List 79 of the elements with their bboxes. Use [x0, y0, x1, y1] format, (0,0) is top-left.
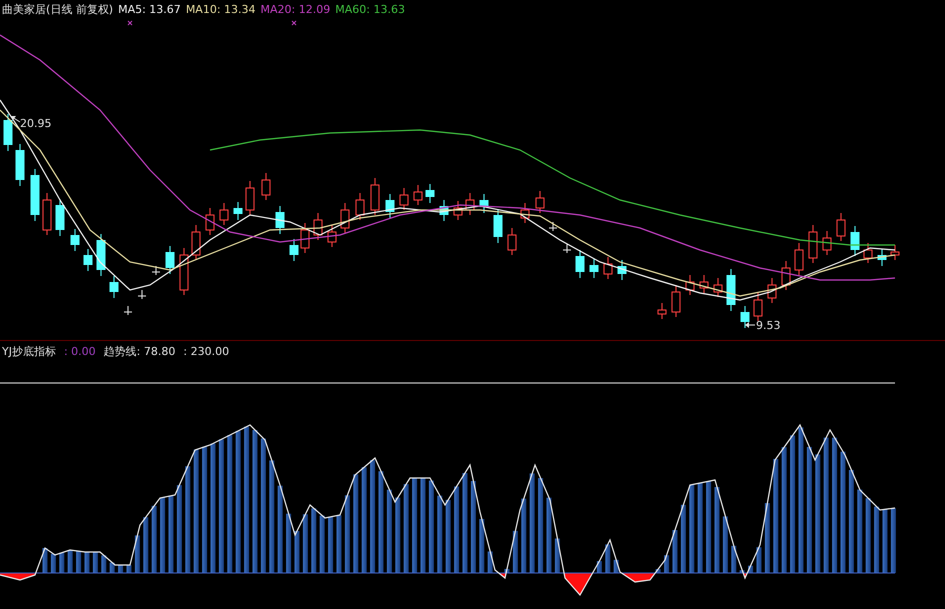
candlestick	[340, 202, 350, 234]
low-price-label: 9.53	[756, 319, 780, 332]
candlestick	[890, 244, 900, 260]
candlestick	[864, 242, 872, 264]
candlestick	[166, 246, 174, 274]
candlestick	[686, 274, 694, 296]
moving-average-value: MA5: 13.67	[118, 2, 181, 16]
candlestick	[440, 200, 448, 222]
candlestick	[42, 192, 52, 236]
signal-marker-icon	[128, 20, 132, 26]
candlestick	[714, 278, 722, 298]
candlestick	[370, 178, 380, 216]
arrow-icon	[745, 322, 756, 328]
candlestick	[658, 302, 666, 320]
candlestick	[386, 194, 394, 218]
candlestick	[356, 192, 364, 220]
indicator-value: : 0.00	[64, 345, 96, 358]
candlestick	[576, 250, 584, 278]
candlestick	[96, 234, 106, 276]
candlestick	[300, 222, 310, 254]
candlestick	[754, 292, 762, 322]
candlestick	[836, 212, 846, 242]
candlestick	[262, 172, 270, 200]
candlestick	[30, 168, 40, 222]
candlestick	[246, 180, 254, 216]
candlestick	[328, 224, 336, 248]
candlestick	[740, 306, 750, 328]
candlestick	[290, 238, 298, 262]
candlestick	[508, 228, 516, 256]
candlestick	[466, 192, 474, 216]
candlestick	[206, 208, 214, 236]
candlestick	[314, 212, 322, 240]
candlestick	[124, 306, 132, 316]
candlestick	[494, 208, 502, 244]
candlestick	[84, 248, 92, 272]
candlestick	[480, 194, 488, 214]
candlestick	[794, 242, 804, 276]
moving-average-value: MA60: 13.63	[335, 2, 405, 16]
indicator-value: 趋势线: 78.80	[104, 344, 176, 359]
candlestick	[276, 206, 284, 234]
candlestick	[768, 278, 776, 304]
moving-average-value: MA10: 13.34	[186, 2, 256, 16]
candlestick	[520, 202, 530, 224]
candlestick	[110, 276, 118, 298]
signal-marker-icon	[292, 20, 296, 26]
moving-average-value: MA20: 12.09	[260, 2, 330, 16]
candlestick	[70, 228, 80, 252]
candlestick	[808, 224, 818, 264]
candlestick	[822, 230, 832, 256]
candlestick	[454, 200, 462, 220]
candlestick	[536, 190, 544, 214]
candlestick	[180, 248, 188, 296]
candlestick	[726, 268, 736, 312]
candlestick	[220, 202, 228, 226]
candlestick	[548, 222, 558, 232]
candlestick	[138, 290, 146, 300]
arrow-icon	[11, 116, 20, 122]
candlestick	[672, 284, 680, 318]
candlestick	[4, 114, 12, 152]
candlestick	[192, 224, 200, 260]
candlestick	[414, 184, 422, 206]
candlestick	[56, 198, 64, 236]
candlestick	[426, 184, 434, 204]
candlestick	[782, 260, 790, 290]
candlestick	[700, 274, 708, 294]
candlestick	[234, 202, 242, 220]
candlestick	[590, 258, 598, 278]
chart-title: 曲美家居(日线 前复权)	[2, 2, 114, 16]
candlestick	[604, 256, 612, 280]
candlestick	[16, 144, 24, 186]
candlestick	[152, 266, 160, 276]
indicator-value: : 230.00	[183, 345, 230, 358]
candlestick	[878, 248, 886, 266]
candlestick	[618, 260, 626, 280]
indicator-title: YJ抄底指标	[2, 344, 56, 359]
high-price-label: 20.95	[20, 117, 52, 130]
candlestick	[562, 244, 572, 254]
candlestick	[400, 188, 408, 210]
candlestick	[850, 226, 860, 256]
